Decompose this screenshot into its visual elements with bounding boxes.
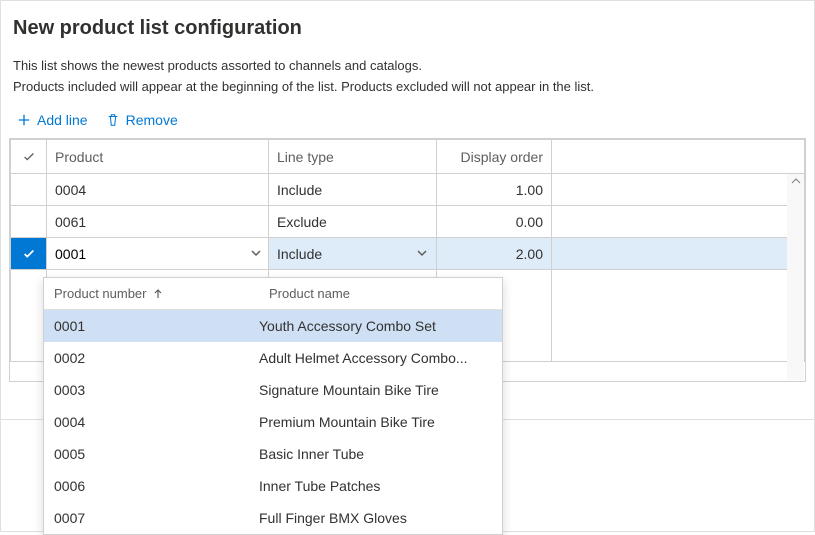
lookup-product-number: 0007	[44, 510, 259, 526]
lookup-header-number-label: Product number	[54, 286, 147, 301]
lookup-product-name: Basic Inner Tube	[259, 446, 502, 462]
display-order-cell[interactable]: 1.00	[437, 174, 552, 206]
linetype-value: Include	[277, 246, 322, 262]
description-line-2: Products included will appear at the beg…	[9, 79, 806, 94]
lookup-row[interactable]: 0006Inner Tube Patches	[44, 470, 502, 502]
select-all-header[interactable]	[11, 140, 47, 174]
table-row[interactable]: 0061Exclude0.00	[11, 206, 805, 238]
description-line-1: This list shows the newest products asso…	[9, 58, 806, 73]
grid-scrollbar[interactable]	[787, 174, 804, 380]
lookup-product-name: Youth Accessory Combo Set	[259, 318, 502, 334]
lookup-product-name: Premium Mountain Bike Tire	[259, 414, 502, 430]
lookup-product-number: 0006	[44, 478, 259, 494]
grid-header-row: Product Line type Display order	[11, 140, 805, 174]
spacer-cell	[552, 174, 805, 206]
table-row[interactable]: Include 2.00	[11, 238, 805, 270]
spacer-cell	[552, 238, 805, 270]
lookup-header-number[interactable]: Product number	[44, 278, 259, 309]
lookup-product-number: 0005	[44, 446, 259, 462]
checkmark-icon	[22, 247, 36, 261]
scroll-up-icon	[791, 176, 801, 189]
linetype-cell[interactable]: Include	[269, 174, 437, 206]
remove-label: Remove	[126, 112, 178, 128]
checkmark-icon	[22, 150, 36, 164]
display-order-cell[interactable]: 0.00	[437, 206, 552, 238]
product-input[interactable]	[47, 239, 268, 269]
lookup-header: Product number Product name	[44, 278, 502, 310]
chevron-down-icon[interactable]	[416, 246, 428, 262]
lookup-product-number: 0003	[44, 382, 259, 398]
display-order-cell[interactable]: 2.00	[437, 238, 552, 270]
lookup-body[interactable]: 0001Youth Accessory Combo Set0002Adult H…	[44, 310, 502, 534]
add-line-label: Add line	[37, 112, 88, 128]
lookup-product-name: Inner Tube Patches	[259, 478, 502, 494]
product-cell[interactable]: 0004	[47, 174, 269, 206]
lookup-product-name: Full Finger BMX Gloves	[259, 510, 502, 526]
column-header-linetype[interactable]: Line type	[269, 140, 437, 174]
sort-asc-icon	[153, 289, 163, 299]
config-panel: New product list configuration This list…	[0, 0, 815, 532]
lookup-header-name[interactable]: Product name	[259, 278, 502, 309]
toolbar: Add line Remove	[9, 112, 806, 128]
lookup-row[interactable]: 0002Adult Helmet Accessory Combo...	[44, 342, 502, 374]
plus-icon	[17, 113, 31, 127]
lookup-product-number: 0001	[44, 318, 259, 334]
column-header-product[interactable]: Product	[47, 140, 269, 174]
linetype-cell[interactable]: Include	[269, 238, 437, 270]
product-lookup-dropdown[interactable]: Product number Product name 0001Youth Ac…	[43, 277, 503, 535]
spacer-cell	[552, 206, 805, 238]
remove-button[interactable]: Remove	[106, 112, 178, 128]
table-row[interactable]: 0004Include1.00	[11, 174, 805, 206]
lookup-row[interactable]: 0005Basic Inner Tube	[44, 438, 502, 470]
column-spacer	[552, 140, 805, 174]
lookup-row[interactable]: 0003Signature Mountain Bike Tire	[44, 374, 502, 406]
lookup-product-name: Signature Mountain Bike Tire	[259, 382, 502, 398]
product-cell[interactable]: 0061	[47, 206, 269, 238]
lookup-row[interactable]: 0004Premium Mountain Bike Tire	[44, 406, 502, 438]
row-select-cell[interactable]	[11, 238, 47, 270]
row-select-cell[interactable]	[11, 206, 47, 238]
lookup-row[interactable]: 0001Youth Accessory Combo Set	[44, 310, 502, 342]
row-select-cell[interactable]	[11, 174, 47, 206]
lookup-row[interactable]: 0007Full Finger BMX Gloves	[44, 502, 502, 534]
lookup-product-number: 0002	[44, 350, 259, 366]
product-cell[interactable]	[47, 238, 269, 270]
column-header-order[interactable]: Display order	[437, 140, 552, 174]
lookup-product-number: 0004	[44, 414, 259, 430]
page-title: New product list configuration	[9, 17, 806, 40]
lookup-product-name: Adult Helmet Accessory Combo...	[259, 350, 502, 366]
chevron-down-icon[interactable]	[250, 246, 262, 262]
linetype-cell[interactable]: Exclude	[269, 206, 437, 238]
trash-icon	[106, 113, 120, 127]
add-line-button[interactable]: Add line	[17, 112, 88, 128]
